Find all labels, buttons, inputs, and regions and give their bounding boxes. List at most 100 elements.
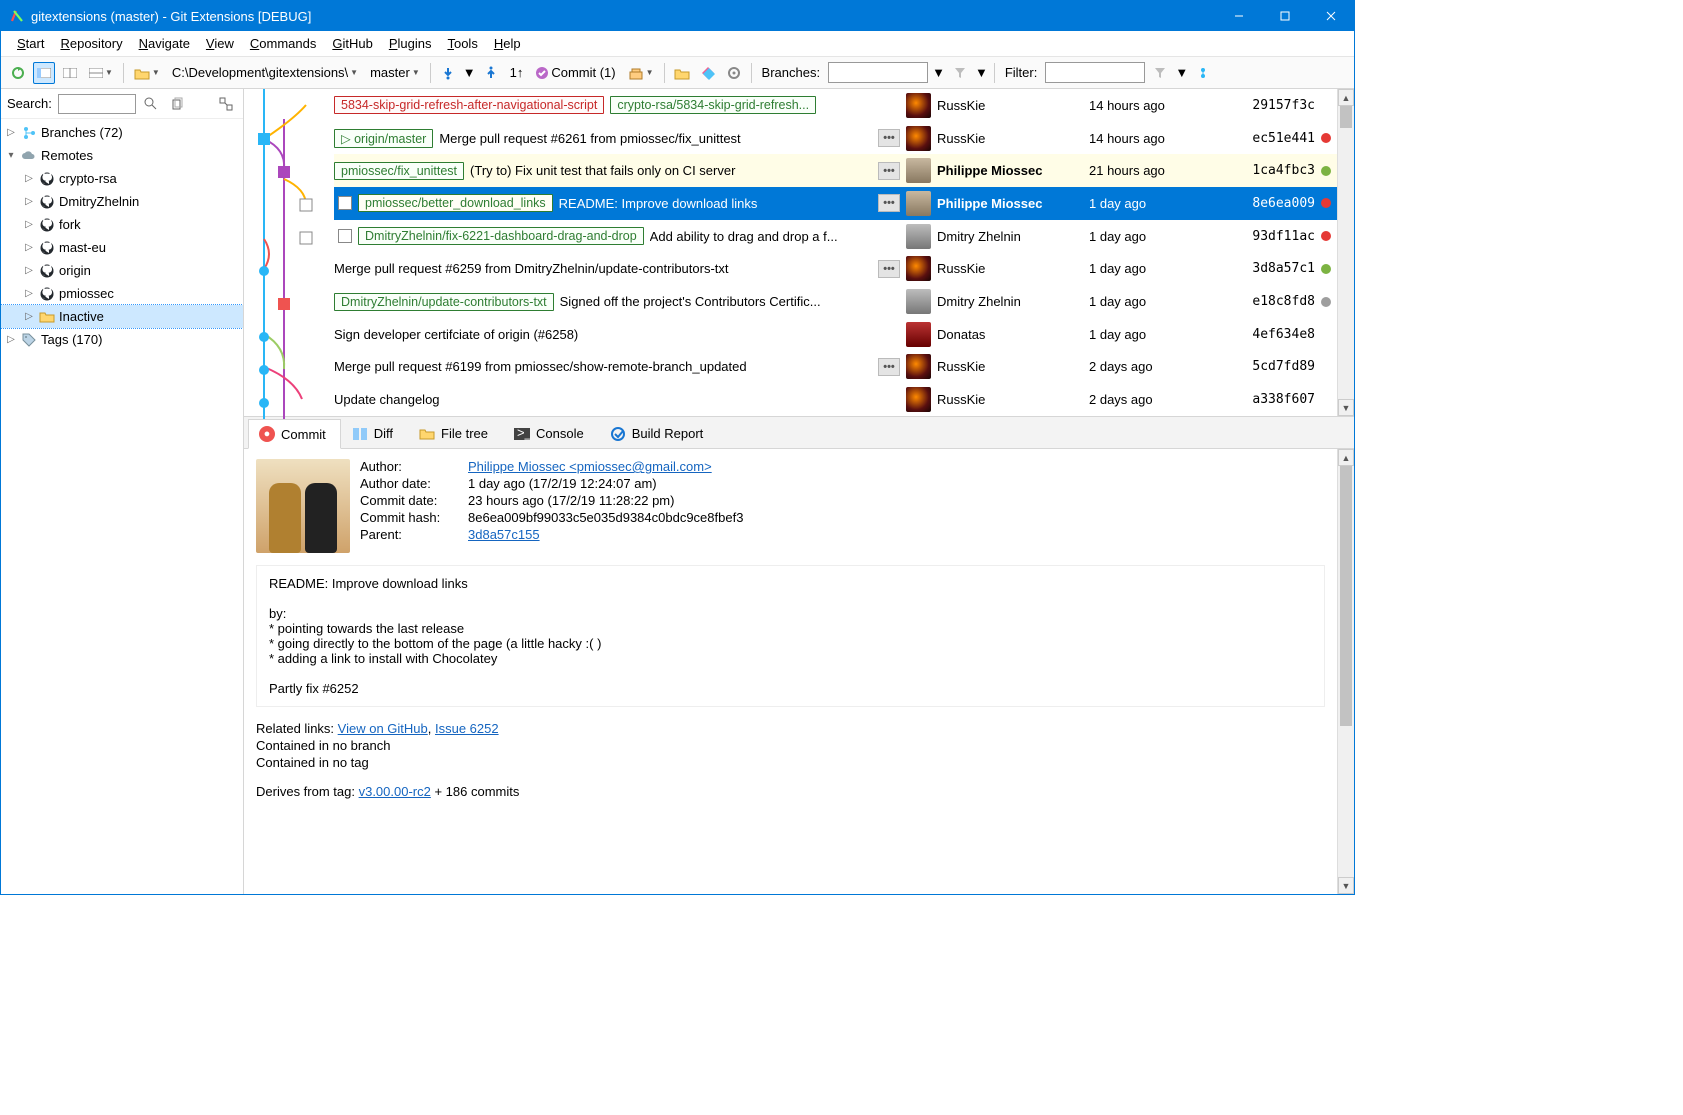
more-icon[interactable]: ••• <box>878 358 900 376</box>
browse-icon[interactable] <box>671 62 693 84</box>
github-icon <box>39 286 55 302</box>
branches-filter-chevron-icon[interactable]: ▼ <box>932 65 945 80</box>
derives-tag-link[interactable]: v3.00.00-rc2 <box>359 784 431 799</box>
more-icon[interactable]: ••• <box>878 129 900 147</box>
remote-mast-eu[interactable]: ▷mast-eu <box>1 236 243 259</box>
tab-commit[interactable]: ●Commit <box>248 419 341 449</box>
more-icon[interactable]: ••• <box>878 162 900 180</box>
push-icon[interactable] <box>480 62 502 84</box>
repo-path: C:\Development\gitextensions\ <box>172 65 348 80</box>
commit-hash: ec51e441 <box>1233 131 1315 146</box>
menu-github[interactable]: GitHub <box>324 34 380 53</box>
parent-link[interactable]: 3d8a57c155 <box>468 527 540 542</box>
commit-row[interactable]: Merge pull request #6199 from pmiossec/s… <box>334 351 1337 384</box>
menu-navigate[interactable]: Navigate <box>131 34 198 53</box>
branches-funnel-chevron-icon[interactable]: ▼ <box>975 65 988 80</box>
remote-DmitryZhelnin[interactable]: ▷DmitryZhelnin <box>1 190 243 213</box>
menu-repository[interactable]: Repository <box>52 34 130 53</box>
more-icon[interactable]: ••• <box>878 194 900 212</box>
scroll-down-icon[interactable]: ▼ <box>1338 399 1354 416</box>
layout-dropdown[interactable]: ▼ <box>85 68 117 78</box>
layout-left-panel-icon[interactable] <box>33 62 55 84</box>
commit-row[interactable]: DmitryZhelnin/update-contributors-txtSig… <box>334 285 1337 318</box>
branch-badge[interactable]: pmiossec/better_download_links <box>358 194 553 212</box>
branches-filter-input[interactable] <box>828 62 928 83</box>
more-icon[interactable]: ••• <box>878 260 900 278</box>
tree-tags[interactable]: ▷Tags (170) <box>1 328 243 351</box>
commit-date: 14 hours ago <box>1089 98 1227 113</box>
tree-branches[interactable]: ▷Branches (72) <box>1 121 243 144</box>
detail-scrollbar[interactable]: ▲ ▼ <box>1337 449 1354 894</box>
commit-row[interactable]: 5834-skip-grid-refresh-after-navigationa… <box>334 89 1337 122</box>
open-repo-dropdown[interactable]: ▼ <box>130 66 164 80</box>
commit-row[interactable]: Sign developer certifciate of origin (#6… <box>334 318 1337 351</box>
row-checkbox[interactable] <box>338 196 352 210</box>
menu-view[interactable]: View <box>198 34 242 53</box>
sidebar-search-input[interactable] <box>58 94 136 114</box>
repo-path-dropdown[interactable]: C:\Development\gitextensions\▼ <box>168 65 362 80</box>
menu-plugins[interactable]: Plugins <box>381 34 440 53</box>
branch-badge[interactable]: DmitryZhelnin/update-contributors-txt <box>334 293 554 311</box>
filter-input[interactable] <box>1045 62 1145 83</box>
filter-funnel-icon[interactable] <box>1149 62 1171 84</box>
commit-hash: 5cd7fd89 <box>1233 359 1315 374</box>
tab-file-tree[interactable]: File tree <box>408 418 503 448</box>
scroll-up-icon[interactable]: ▲ <box>1338 449 1354 466</box>
scroll-down-icon[interactable]: ▼ <box>1338 877 1354 894</box>
view-on-github-link[interactable]: View on GitHub <box>338 721 428 736</box>
refresh-icon[interactable] <box>7 62 29 84</box>
commit-scrollbar[interactable]: ▲ ▼ <box>1337 89 1354 416</box>
issue-link[interactable]: Issue 6252 <box>435 721 499 736</box>
tab-build-report[interactable]: Build Report <box>599 418 719 448</box>
tree-remotes[interactable]: ▾Remotes <box>1 144 243 167</box>
commit-row[interactable]: Update changelogRussKie2 days agoa338f60… <box>334 383 1337 416</box>
commit-row[interactable]: ▷ origin/masterMerge pull request #6261 … <box>334 122 1337 155</box>
commit-subject: Add ability to drag and drop a f... <box>650 229 900 244</box>
commit-row[interactable]: pmiossec/fix_unittest(Try to) Fix unit t… <box>334 154 1337 187</box>
github-icon <box>39 263 55 279</box>
pull-dropdown-icon[interactable]: ▼ <box>463 65 476 80</box>
branch-badge[interactable]: pmiossec/fix_unittest <box>334 162 464 180</box>
tab-diff[interactable]: Diff <box>341 418 408 448</box>
branch-dropdown[interactable]: master▼ <box>366 65 424 80</box>
remote-fork[interactable]: ▷fork <box>1 213 243 236</box>
author-link[interactable]: Philippe Miossec <pmiossec@gmail.com> <box>468 459 712 474</box>
remote-origin[interactable]: ▷origin <box>1 259 243 282</box>
remote-crypto-rsa[interactable]: ▷crypto-rsa <box>1 167 243 190</box>
commit-button[interactable]: Commit (1) <box>531 65 619 80</box>
commit-row[interactable]: pmiossec/better_download_linksREADME: Im… <box>334 187 1337 220</box>
remote-pmiossec[interactable]: ▷pmiossec <box>1 282 243 305</box>
graph-toggle-icon[interactable] <box>1192 62 1214 84</box>
close-button[interactable] <box>1308 1 1354 31</box>
branch-badge[interactable]: DmitryZhelnin/fix-6221-dashboard-drag-an… <box>358 227 644 245</box>
filter-funnel-chevron-icon[interactable]: ▼ <box>1175 65 1188 80</box>
branch-badge[interactable]: crypto-rsa/5834-skip-grid-refresh... <box>610 96 816 114</box>
commit-row[interactable]: Merge pull request #6259 from DmitryZhel… <box>334 253 1337 286</box>
menu-help[interactable]: Help <box>486 34 529 53</box>
branch-icon <box>21 125 37 141</box>
menu-commands[interactable]: Commands <box>242 34 324 53</box>
branch-badge[interactable]: 5834-skip-grid-refresh-after-navigationa… <box>334 96 604 114</box>
commit-hash: e18c8fd8 <box>1233 294 1315 309</box>
pull-icon[interactable] <box>437 62 459 84</box>
tab-console[interactable]: >_Console <box>503 418 599 448</box>
commit-row[interactable]: DmitryZhelnin/fix-6221-dashboard-drag-an… <box>334 220 1337 253</box>
maximize-button[interactable] <box>1262 1 1308 31</box>
git-bash-icon[interactable] <box>697 62 719 84</box>
minimize-button[interactable] <box>1216 1 1262 31</box>
branches-filter-funnel-icon[interactable] <box>949 62 971 84</box>
tree-inactive[interactable]: ▷Inactive <box>1 305 243 328</box>
commit-hash: a338f607 <box>1233 392 1315 407</box>
layout-split-icon[interactable] <box>59 62 81 84</box>
branch-badge[interactable]: ▷ origin/master <box>334 129 433 148</box>
settings-icon[interactable] <box>723 62 745 84</box>
row-checkbox[interactable] <box>338 229 352 243</box>
cloud-icon <box>21 148 37 164</box>
menu-tools[interactable]: Tools <box>439 34 485 53</box>
menu-start[interactable]: Start <box>9 34 52 53</box>
search-icon[interactable] <box>140 93 162 115</box>
stash-dropdown[interactable]: ▼ <box>624 66 658 80</box>
copy-icon[interactable] <box>166 93 188 115</box>
scroll-up-icon[interactable]: ▲ <box>1338 89 1354 106</box>
collapse-icon[interactable] <box>215 93 237 115</box>
